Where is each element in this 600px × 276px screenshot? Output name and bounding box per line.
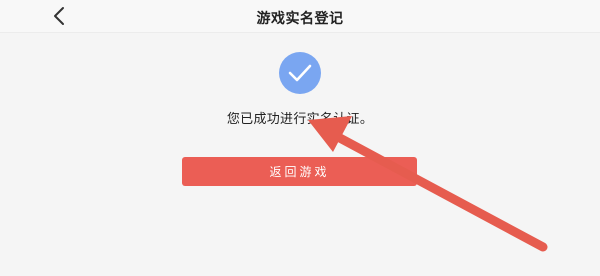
success-message: 您已成功进行实名认证。 [226, 112, 374, 127]
return-to-game-button[interactable]: 返回游戏 [182, 157, 417, 186]
annotation-arrow [308, 116, 548, 252]
checkmark-icon [288, 64, 312, 82]
screen: 游戏实名登记 您已成功进行实名认证。 返回游戏 [0, 0, 600, 276]
page-title: 游戏实名登记 [256, 11, 344, 27]
check-circle-icon [279, 52, 321, 94]
top-bar: 游戏实名登记 [0, 0, 600, 33]
